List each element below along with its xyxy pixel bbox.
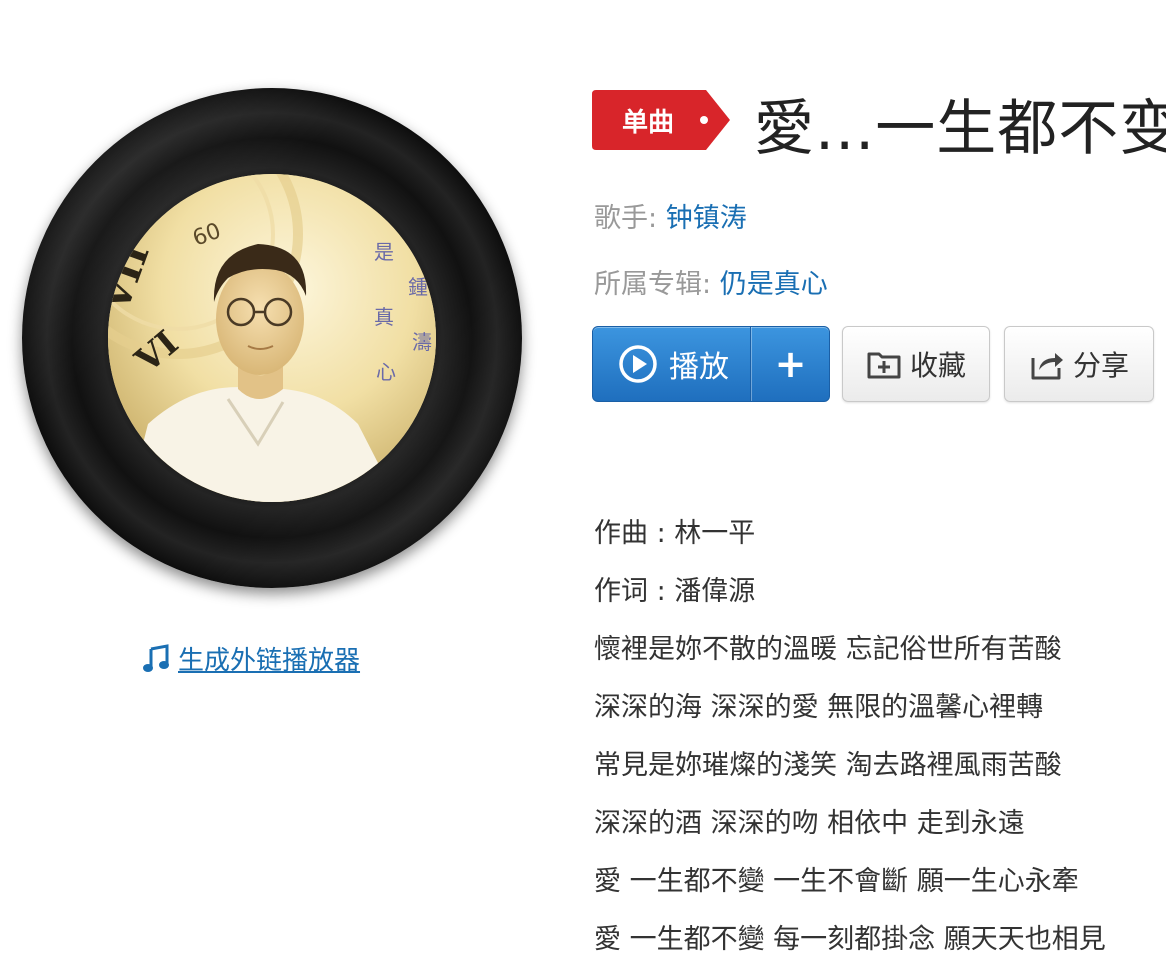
song-title: 愛...一生都不变	[754, 94, 1166, 164]
cover-text-char-1: 是	[374, 240, 394, 264]
favorite-button-label: 收藏	[909, 349, 966, 382]
share-icon	[1031, 353, 1063, 380]
generate-external-player-link[interactable]: 生成外链播放器	[140, 640, 360, 677]
lyric-line: 深深的酒 深深的吻 相依中 走到永遠	[594, 808, 1025, 839]
play-button-label: 播放	[669, 350, 729, 385]
share-button[interactable]: 分享	[1004, 326, 1154, 402]
album-disc: VII VI 60 是 真 心 鍾 濤	[22, 88, 522, 588]
play-icon	[619, 345, 657, 383]
play-button[interactable]: 播放	[593, 327, 751, 401]
generate-external-player-label: 生成外链播放器	[178, 646, 361, 676]
cover-text-char-3: 心	[376, 360, 396, 384]
music-note-icon	[143, 643, 169, 672]
plus-icon: +	[774, 342, 807, 386]
lyric-line: 愛 一生都不變 每一刻都掛念 願天天也相見	[594, 924, 1106, 955]
play-button-group: 播放 +	[592, 326, 830, 402]
lyric-line: 愛 一生都不變 一生不會斷 願一生心永牽	[594, 866, 1079, 897]
lyric-line: 深深的海 深深的愛 無限的溫馨心裡轉	[594, 692, 1044, 723]
song-page: VII VI 60 是 真 心 鍾 濤 生成外链播放器 单曲 愛...一生都不变…	[0, 0, 1166, 960]
lyric-line: 作词 : 潘偉源	[594, 576, 756, 607]
singer-label: 歌手	[594, 203, 648, 234]
lyric-line: 懷裡是妳不散的溫暖 忘記俗世所有苦酸	[594, 634, 1062, 665]
single-badge: 单曲	[592, 90, 732, 150]
favorite-button[interactable]: 收藏	[842, 326, 990, 402]
singer-link[interactable]: 钟镇涛	[666, 203, 747, 234]
lyric-line: 作曲 : 林一平	[594, 518, 756, 549]
share-button-label: 分享	[1072, 349, 1129, 382]
album-link[interactable]: 仍是真心	[720, 269, 828, 300]
cover-text-char-2: 真	[374, 305, 394, 329]
album-row: 所属专辑: 仍是真心	[594, 262, 828, 301]
singer-row: 歌手: 钟镇涛	[594, 196, 747, 235]
lyric-line: 常見是妳璀燦的淺笑 淘去路裡風雨苦酸	[594, 750, 1062, 781]
cover-text-char-5: 濤	[412, 330, 432, 354]
folder-plus-icon	[867, 352, 901, 379]
album-cover-image: VII VI 60 是 真 心 鍾 濤	[108, 174, 436, 502]
lyrics-block: 作曲 : 林一平 作词 : 潘偉源 懷裡是妳不散的溫暖 忘記俗世所有苦酸 深深的…	[594, 505, 1106, 960]
album-label: 所属专辑	[594, 269, 702, 300]
album-colon: :	[702, 269, 712, 300]
add-to-playlist-button[interactable]: +	[751, 327, 829, 401]
cover-text-char-4: 鍾	[408, 275, 428, 299]
singer-colon: :	[648, 203, 658, 234]
single-badge-label: 单曲	[621, 107, 674, 138]
